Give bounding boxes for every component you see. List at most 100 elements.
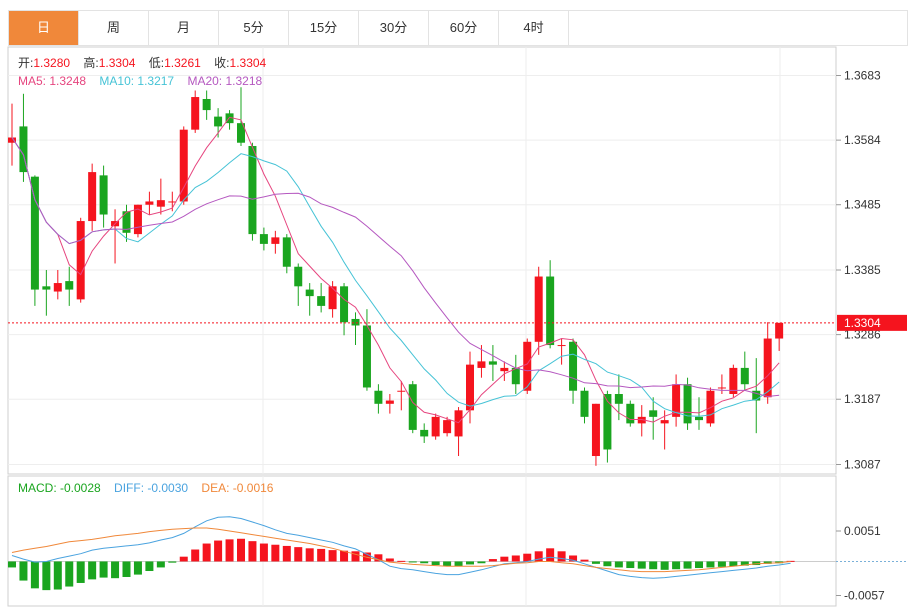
candle-body-48 (557, 345, 566, 347)
close-label: 收: (214, 56, 229, 70)
macd-bar-23 (271, 544, 280, 562)
candle-body-5 (65, 281, 74, 290)
candle-body-50 (580, 390, 589, 417)
candle-body-32 (374, 390, 383, 404)
candle-body-42 (488, 361, 497, 365)
macd-bar-42 (488, 559, 497, 562)
candle-body-37 (431, 416, 440, 437)
ma20-label: MA20: (187, 74, 225, 88)
macd-bar-22 (259, 543, 268, 562)
ma-legend: MA5: 1.3248 MA10: 1.3217 MA20: 1.3218 (18, 74, 262, 88)
candle-body-41 (477, 361, 486, 368)
macd-bar-21 (248, 541, 257, 562)
macd-bar-45 (523, 553, 532, 562)
candle-body-13 (156, 200, 165, 207)
macd-bar-0 (8, 561, 16, 568)
candle-body-53 (614, 394, 623, 404)
low-value: 1.3261 (164, 56, 201, 70)
candle-body-12 (145, 201, 154, 205)
candle-body-21 (248, 145, 257, 235)
candle-body-26 (305, 289, 314, 297)
price-tick-label-0: 1.3683 (844, 69, 881, 83)
candle-body-16 (191, 97, 200, 130)
candle-body-27 (317, 296, 326, 306)
candle-body-31 (362, 325, 371, 388)
macd-legend: MACD: -0.0028 DIFF: -0.0030 DEA: -0.0016 (18, 481, 274, 495)
candle-body-4 (53, 283, 62, 292)
macd-bar-27 (317, 548, 326, 562)
macd-bar-18 (214, 540, 223, 562)
macd-bar-57 (660, 561, 669, 570)
ohlc-legend: 开:1.3280 高:1.3304 低:1.3261 收:1.3304 (18, 55, 267, 70)
open-label: 开: (18, 56, 33, 70)
candle-body-62 (717, 387, 726, 389)
candle-body-24 (282, 237, 291, 267)
candle-body-46 (534, 276, 543, 342)
last-price-label: 1.3304 (844, 316, 881, 330)
macd-bar-51 (591, 561, 600, 564)
macd-bar-62 (717, 561, 726, 567)
macd-panel (8, 516, 906, 591)
diff-label: DIFF: (114, 481, 147, 495)
macd-bar-17 (202, 543, 211, 562)
ma5-label: MA5: (18, 74, 49, 88)
open-value: 1.3280 (33, 56, 70, 70)
macd-bar-5 (65, 561, 74, 587)
candle-body-25 (294, 266, 303, 287)
macd-bar-39 (454, 561, 463, 567)
ma10-value: 1.3217 (137, 74, 174, 88)
macd-bar-24 (282, 545, 291, 562)
macd-bar-28 (328, 550, 337, 562)
macd-bar-2 (30, 561, 39, 589)
macd-bar-8 (99, 561, 108, 578)
macd-bar-50 (580, 559, 589, 562)
candle-body-8 (99, 175, 108, 215)
candle-body-51 (591, 403, 600, 457)
candle-body-23 (271, 237, 280, 244)
dea-label: DEA: (201, 481, 232, 495)
price-tick-label-5: 1.3187 (844, 392, 881, 406)
candle-body-22 (259, 234, 268, 244)
macd-bar-19 (225, 539, 234, 562)
macd-bar-48 (557, 551, 566, 562)
diff-value: -0.0030 (147, 481, 188, 495)
macd-bar-10 (122, 561, 131, 577)
price-axis: 1.36831.35841.34851.33851.32861.31871.30… (8, 69, 907, 603)
candle-body-30 (351, 318, 360, 326)
macd-frame (7, 475, 837, 607)
macd-bar-59 (683, 561, 692, 569)
macd-bar-13 (156, 561, 165, 568)
macd-bar-40 (466, 561, 474, 565)
macd-tick-label-1: -0.0057 (844, 589, 885, 603)
price-tick-label-2: 1.3485 (844, 198, 881, 212)
kline-chart: 1.36831.35841.34851.33851.32861.31871.30… (7, 46, 907, 607)
macd-bar-36 (420, 561, 429, 564)
ma20-value: 1.3218 (225, 74, 262, 88)
candle-body-40 (466, 364, 474, 411)
macd-bar-34 (397, 560, 406, 562)
ma20-line (11, 137, 780, 398)
ma10-label: MA10: (99, 74, 137, 88)
macd-bar-38 (443, 561, 452, 567)
macd-bar-11 (133, 561, 142, 575)
candle-body-54 (626, 403, 635, 424)
candle-body-47 (546, 276, 555, 346)
macd-bar-4 (53, 561, 62, 590)
macd-bar-12 (145, 561, 154, 572)
macd-bar-15 (179, 556, 188, 562)
macd-bar-20 (237, 538, 245, 562)
candle-body-60 (695, 416, 703, 421)
candle-body-56 (649, 410, 658, 417)
macd-tick-label-0: 0.0051 (844, 524, 881, 538)
macd-bar-37 (431, 561, 440, 566)
macd-bar-35 (408, 561, 417, 563)
macd-bar-52 (603, 561, 612, 567)
candle-body-6 (76, 221, 85, 300)
macd-bar-9 (111, 561, 120, 579)
candle-body-61 (706, 390, 715, 424)
macd-bar-16 (191, 549, 200, 562)
macd-bar-3 (42, 561, 51, 591)
macd-bar-54 (626, 561, 635, 569)
candle-body-3 (42, 286, 51, 290)
price-tick-label-6: 1.3087 (844, 458, 881, 472)
